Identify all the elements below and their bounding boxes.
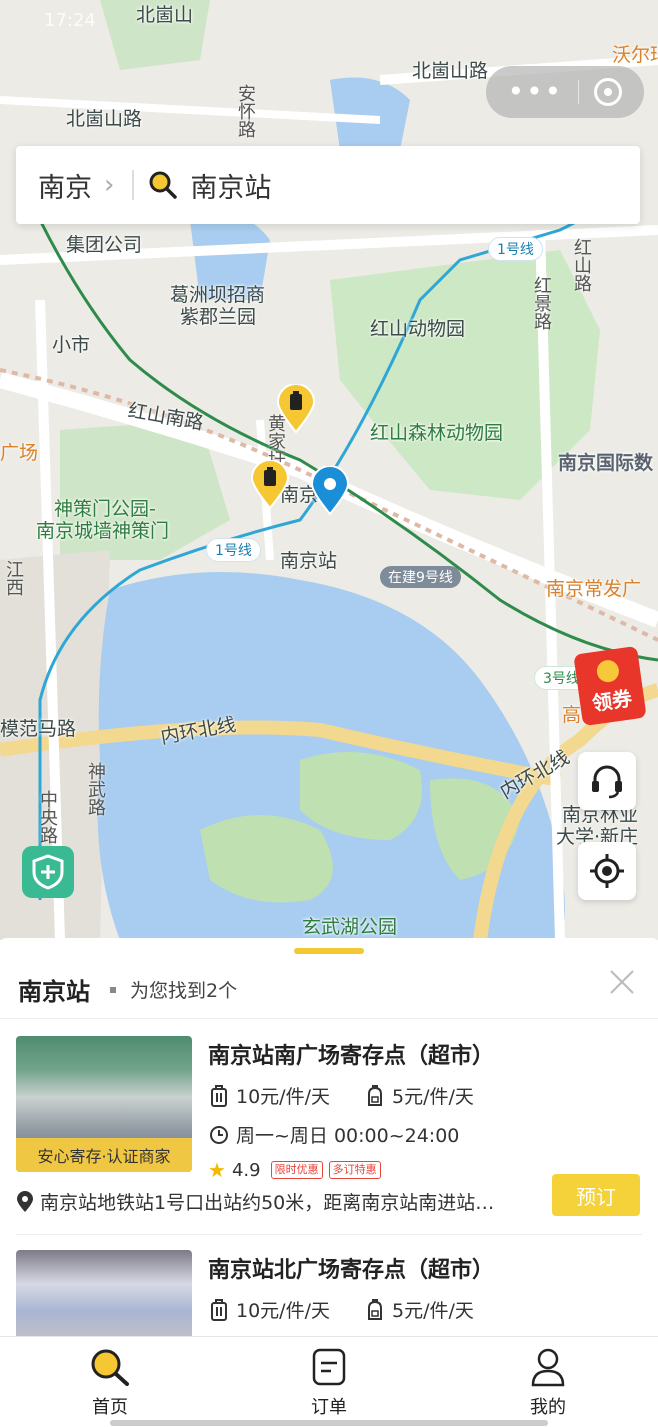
- shield-plus-icon: [32, 854, 64, 890]
- map-label: 集团公司: [66, 234, 143, 256]
- locate-me-button[interactable]: [578, 842, 636, 900]
- capsule-divider: [578, 80, 580, 104]
- map-label: 江西: [3, 560, 24, 596]
- map-label: 北崮山路: [412, 60, 489, 82]
- map-label: 紫郡兰园: [180, 306, 257, 328]
- results-header: 南京站 为您找到2个: [18, 972, 237, 1007]
- coupon-label: 领券: [590, 686, 634, 716]
- map-label: 南京常发广: [546, 578, 642, 600]
- luggage-icon: [211, 1298, 227, 1321]
- tab-label: 订单: [311, 1397, 347, 1418]
- map-label: 模范马路: [0, 718, 77, 740]
- price-row: 10元/件/天 5元/件/天: [208, 1082, 642, 1109]
- map-label: 南京城墙神策门: [36, 520, 170, 542]
- store-photo: 安心寄存·认证商家: [16, 1036, 192, 1172]
- metro-line-tag: 1号线: [488, 237, 543, 261]
- rating-value: 4.9: [231, 1159, 261, 1181]
- map-label: 在建9号线: [380, 566, 461, 588]
- order-list-icon: [312, 1348, 346, 1386]
- search-icon: [149, 171, 178, 199]
- chevron-right-icon: ›: [104, 170, 115, 200]
- store-name: 南京站北广场寄存点（超市）: [208, 1258, 495, 1283]
- map-label: 安怀路: [235, 84, 256, 138]
- promo-tag: 限时优惠: [270, 1161, 323, 1179]
- map-label: 红山路: [571, 238, 592, 292]
- coupon-button[interactable]: 领券: [573, 645, 647, 727]
- safety-shield-button[interactable]: [22, 846, 74, 898]
- tab-label: 我的: [530, 1397, 566, 1418]
- opening-hours: 周一~周日 00:00~24:00: [236, 1125, 460, 1147]
- map-label: 高: [562, 704, 582, 726]
- map-label: 红山动物园: [370, 318, 466, 340]
- headset-icon: [592, 765, 622, 799]
- backpack-icon: [367, 1084, 382, 1106]
- status-time: 17:24: [44, 10, 96, 31]
- luggage-price: 10元/件/天: [236, 1086, 330, 1108]
- address-text: 南京站地铁站1号口出站约50米，距离南京站南进站…: [40, 1192, 495, 1214]
- metro-line-tag: 1号线: [206, 538, 261, 562]
- user-icon: [531, 1348, 565, 1387]
- close-icon[interactable]: [608, 968, 636, 996]
- search-input[interactable]: 南京站: [190, 166, 271, 205]
- map-label: 玄武湖公园: [302, 916, 398, 938]
- map-label: 北崮山路: [66, 108, 143, 130]
- book-button[interactable]: 预订: [552, 1174, 640, 1216]
- search-home-icon: [91, 1349, 129, 1386]
- tab-home[interactable]: 首页: [50, 1347, 170, 1419]
- map-label: 红景路: [531, 276, 552, 330]
- map-label: 小市: [52, 334, 91, 356]
- store-name: 南京站南广场寄存点（超市）: [208, 1044, 495, 1069]
- target-icon[interactable]: [594, 78, 623, 106]
- customer-service-button[interactable]: [578, 752, 636, 810]
- clock-icon: [210, 1125, 228, 1144]
- search-divider: [132, 170, 135, 200]
- promo-tag: 多订特惠: [328, 1161, 381, 1179]
- bullet-dot: [110, 986, 116, 993]
- miniapp-capsule[interactable]: •••: [486, 66, 644, 118]
- divider: [16, 1234, 642, 1235]
- divider: [0, 1018, 658, 1019]
- certified-badge: 安心寄存·认证商家: [16, 1138, 192, 1172]
- store-address: 南京站地铁站1号口出站约50米，距离南京站南进站…: [16, 1188, 526, 1215]
- map-label: 红山森林动物园: [370, 422, 504, 444]
- bottom-tab-bar: 首页 订单 我的: [0, 1336, 658, 1427]
- map-label: 北崮山: [136, 4, 194, 26]
- backpack-price: 5元/件/天: [391, 1300, 474, 1322]
- map-label: 南京站: [280, 550, 338, 572]
- results-count: 为您找到2个: [130, 980, 238, 1002]
- tab-label: 首页: [92, 1397, 128, 1418]
- map-label: 沃尔玛: [612, 44, 658, 66]
- storage-location-pin[interactable]: [276, 384, 316, 434]
- tab-orders[interactable]: 订单: [269, 1347, 389, 1419]
- current-search-pin: [310, 466, 350, 516]
- price-row: 10元/件/天 5元/件/天: [208, 1296, 642, 1323]
- map-label: 广场: [0, 442, 39, 464]
- more-dots-icon[interactable]: •••: [508, 78, 564, 106]
- results-panel: 南京站 为您找到2个 安心寄存·认证商家 南京站南广场寄存点（超市） 10元/件…: [0, 938, 658, 1386]
- home-indicator: [110, 1420, 548, 1426]
- backpack-icon: [367, 1298, 382, 1320]
- backpack-price: 5元/件/天: [391, 1086, 474, 1108]
- drag-handle[interactable]: [294, 948, 364, 954]
- city-selector[interactable]: 南京: [38, 166, 92, 205]
- map-label: 中央路: [37, 790, 58, 844]
- results-title: 南京站: [18, 978, 90, 1006]
- luggage-price: 10元/件/天: [236, 1300, 330, 1322]
- store-info: 南京站南广场寄存点（超市） 10元/件/天 5元/件/天 周一~周日 00:00…: [208, 1036, 642, 1182]
- star-icon: ★: [208, 1158, 226, 1182]
- coupon-seal-icon: [595, 658, 621, 684]
- map-label: 神武路: [85, 762, 106, 816]
- tab-mine[interactable]: 我的: [488, 1347, 608, 1419]
- location-icon: [17, 1190, 33, 1212]
- map-view[interactable]: 17:24 ••• 南京 › 南京站 北崮山 北崮山路 北崮山路 安怀路 集团公…: [0, 0, 658, 940]
- storage-location-pin[interactable]: [250, 460, 290, 510]
- search-bar[interactable]: 南京 › 南京站: [16, 146, 640, 224]
- map-label: 南京国际数: [558, 452, 654, 474]
- locate-icon: [590, 854, 624, 888]
- store-info: 南京站北广场寄存点（超市） 10元/件/天 5元/件/天: [208, 1250, 642, 1323]
- hours-row: 周一~周日 00:00~24:00: [208, 1121, 642, 1148]
- luggage-icon: [211, 1084, 227, 1107]
